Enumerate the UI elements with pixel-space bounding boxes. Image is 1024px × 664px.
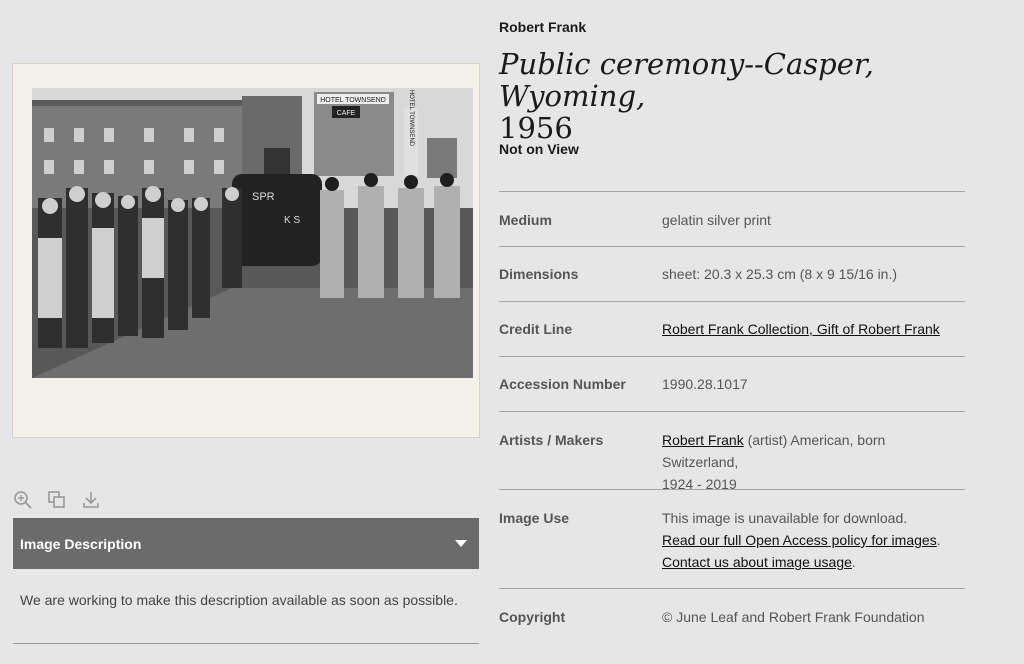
van-letters: K S <box>284 215 300 226</box>
chevron-down-icon <box>455 540 467 547</box>
open-access-policy-link[interactable]: Read our full Open Access policy for ima… <box>662 532 937 548</box>
detail-row-artists: Artists / Makers Robert Frank (artist) A… <box>499 412 965 492</box>
vertical-hotel-sign: HOTEL TOWNSEND <box>408 90 414 147</box>
detail-row-medium: Medium gelatin silver print <box>499 192 965 247</box>
image-description-toggle[interactable]: Image Description <box>13 518 479 569</box>
view-status: Not on View <box>499 141 579 157</box>
contact-image-usage-link[interactable]: Contact us about image usage <box>662 554 852 570</box>
punctuation: . <box>936 532 941 548</box>
van-text: SPR <box>252 191 275 203</box>
artist-name: Robert Frank <box>499 19 587 35</box>
image-toolbar <box>13 490 101 510</box>
detail-label: Credit Line <box>499 321 573 337</box>
detail-label: Artists / Makers <box>499 432 604 448</box>
credit-line-link[interactable]: Robert Frank Collection, Gift of Robert … <box>662 321 940 337</box>
detail-value: sheet: 20.3 x 25.3 cm (8 x 9 15/16 in.) <box>662 266 898 282</box>
detail-label: Dimensions <box>499 266 579 282</box>
detail-label: Medium <box>499 212 552 228</box>
detail-row-copyright: Copyright © June Leaf and Robert Frank F… <box>499 589 965 645</box>
detail-row-accession: Accession Number 1990.28.1017 <box>499 357 965 412</box>
artwork-image[interactable]: HOTEL TOWNSEND CAFE HOTEL TOWNSEND SPR K… <box>13 64 479 437</box>
divider <box>13 643 479 644</box>
detail-value: © June Leaf and Robert Frank Foundation <box>662 609 925 625</box>
details-table: Medium gelatin silver print Dimensions s… <box>499 191 965 645</box>
detail-label: Image Use <box>499 510 570 526</box>
detail-row-credit: Credit Line Robert Frank Collection, Gif… <box>499 302 965 357</box>
detail-label: Accession Number <box>499 376 626 392</box>
download-icon[interactable] <box>81 490 101 510</box>
detail-value: gelatin silver print <box>662 212 771 228</box>
title-line-1: Public ceremony--Casper, Wyoming, <box>499 47 874 113</box>
detail-row-image-use: Image Use This image is unavailable for … <box>499 490 965 589</box>
detail-value: 1990.28.1017 <box>662 376 748 392</box>
zoom-icon[interactable] <box>13 490 33 510</box>
detail-label: Copyright <box>499 609 566 625</box>
detail-row-dimensions: Dimensions sheet: 20.3 x 25.3 cm (8 x 9 … <box>499 247 965 302</box>
artwork-title: Public ceremony--Casper, Wyoming, 1956 <box>499 48 969 144</box>
punctuation: . <box>851 554 856 570</box>
artist-link[interactable]: Robert Frank <box>662 432 744 448</box>
hotel-sign: HOTEL TOWNSEND <box>320 97 386 104</box>
cafe-sign: CAFE <box>337 110 356 117</box>
image-use-note: This image is unavailable for download. <box>662 510 908 526</box>
image-description-label: Image Description <box>20 535 142 552</box>
photograph: HOTEL TOWNSEND CAFE HOTEL TOWNSEND SPR K… <box>32 88 473 378</box>
compare-icon[interactable] <box>47 490 67 510</box>
artist-dates: 1924 - 2019 <box>662 476 737 492</box>
title-line-2: 1956 <box>499 111 573 145</box>
image-description-text: We are working to make this description … <box>20 592 458 608</box>
